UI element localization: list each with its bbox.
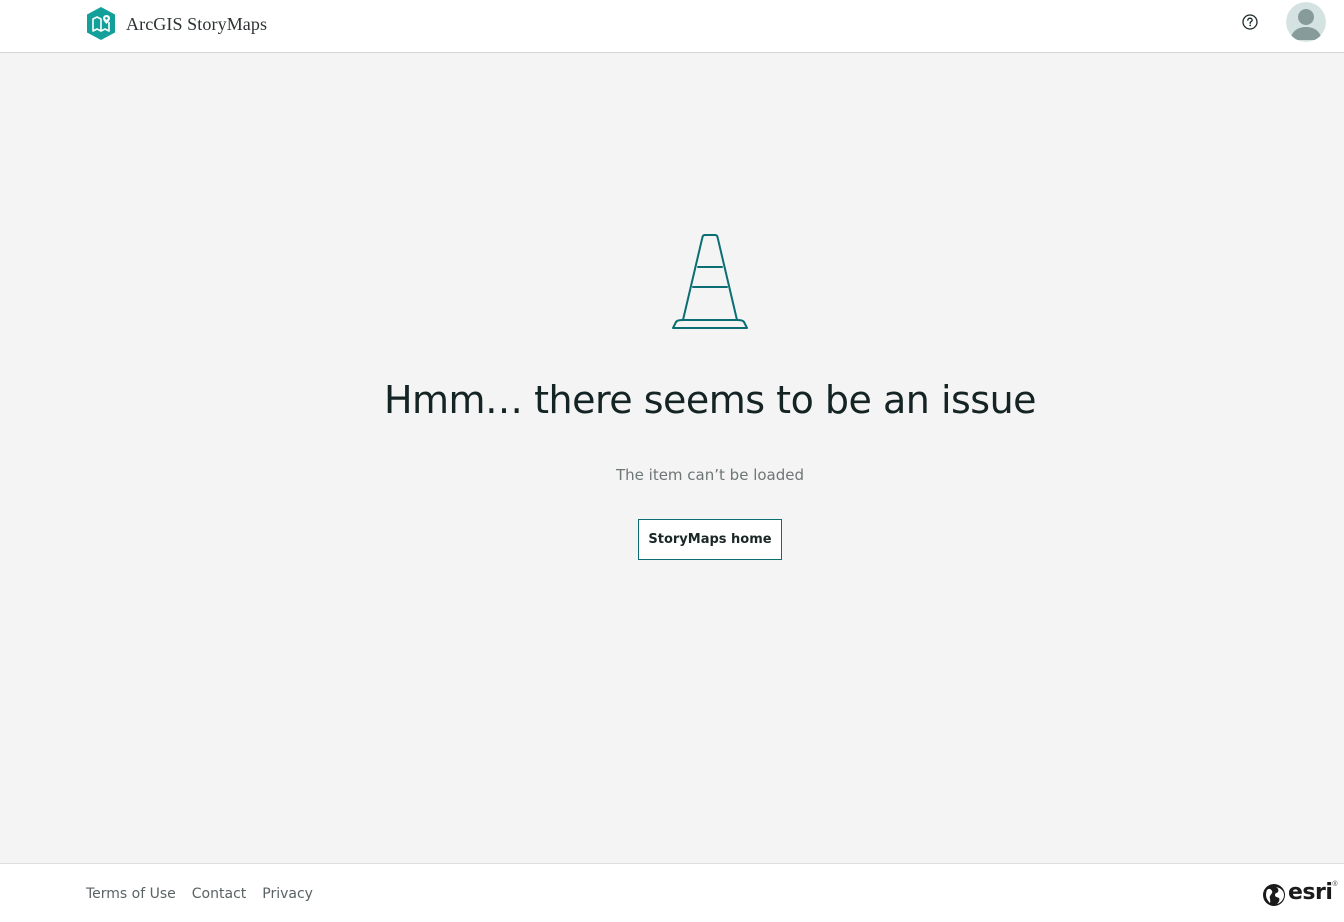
help-circle-icon xyxy=(1242,14,1258,30)
footer-link-contact[interactable]: Contact xyxy=(192,886,246,902)
footer-link-privacy[interactable]: Privacy xyxy=(262,886,313,902)
error-subtitle: The item can’t be loaded xyxy=(615,466,804,484)
error-content xyxy=(0,53,1344,863)
error-title: Hmm… there seems to be an issue xyxy=(383,378,1037,422)
storymaps-logo-icon xyxy=(87,6,115,40)
user-avatar-button[interactable] xyxy=(1286,2,1326,42)
esri-logo-link[interactable]: esri ® xyxy=(1262,880,1338,907)
user-avatar-icon xyxy=(1286,2,1326,42)
brand-name: ArcGIS StoryMaps xyxy=(126,13,268,34)
top-header: ArcGIS StoryMaps xyxy=(0,0,1344,53)
footer-link-terms[interactable]: Terms of Use xyxy=(86,886,176,902)
esri-trademark: ® xyxy=(1332,881,1338,888)
help-button[interactable] xyxy=(1240,12,1260,32)
storymaps-home-link[interactable]: ArcGIS StoryMaps xyxy=(86,6,267,40)
storymaps-home-button[interactable]: StoryMaps home xyxy=(638,519,782,560)
footer-links: Terms of Use Contact Privacy xyxy=(86,886,313,902)
globe-icon xyxy=(1263,883,1285,906)
page-footer: Terms of Use Contact Privacy esri ® xyxy=(0,863,1344,922)
esri-wordmark: esri xyxy=(1288,880,1333,905)
traffic-cone-icon xyxy=(672,234,748,329)
